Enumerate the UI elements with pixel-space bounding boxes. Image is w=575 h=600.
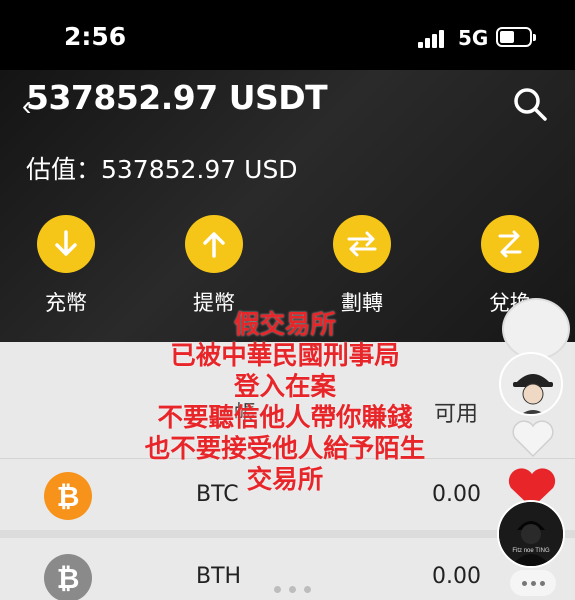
profile-avatar[interactable]: Fitz noe TING [497,500,565,568]
sticker-card[interactable] [502,298,570,360]
more-options-icon[interactable] [510,570,556,596]
withdraw-button[interactable]: 提幣 [174,215,254,317]
scam-warning-overlay: 假交易所 已被中華民國刑事局 登入在案 不要聽信他人帶你賺錢 也不要接受他人給予… [90,310,480,496]
transfer-button[interactable]: 劃轉 [322,215,402,317]
search-icon[interactable] [512,86,548,122]
warning-line: 也不要接受他人給予陌生 [144,434,426,464]
section-divider [0,530,575,538]
back-chevron-icon[interactable]: ‹ [22,92,31,120]
balance-amount: 537852.97 USDT [26,78,328,117]
page-indicator [274,586,311,593]
warning-line: 交易所 [246,465,324,495]
asset-name: BTH [196,564,242,589]
warning-line: 已被中華民國刑事局 [170,341,400,371]
arrow-down-icon [55,230,77,256]
arrow-up-icon [203,232,225,258]
bitcoin-icon: ₿ [44,472,92,520]
bitcoin-cash-icon: ₿ [44,554,92,600]
warning-line: 登入在案 [233,372,336,402]
deposit-button[interactable]: 充幣 [26,215,106,317]
signal-icon [418,28,448,48]
like-outline-icon[interactable] [510,418,556,458]
network-label: 5G [458,26,489,50]
asset-amount: 0.00 [432,564,481,589]
transfer-arrows-icon [347,231,377,257]
warning-line: 不要聽信他人帶你賺錢 [157,403,413,433]
wallet-header: 537852.97 USDT ‹ 估值：537852.97 USD 充幣 提幣 … [0,70,575,342]
creator-avatar[interactable] [499,352,563,416]
battery-icon [496,27,536,47]
exchange-icon [498,230,522,258]
estimated-value: 估值：537852.97 USD [26,155,298,184]
status-time: 2:56 [64,22,127,51]
avatar-caption: Fitz noe TING [512,548,550,554]
status-bar: 2:56 5G [0,0,575,70]
warning-line: 假交易所 [233,310,336,340]
